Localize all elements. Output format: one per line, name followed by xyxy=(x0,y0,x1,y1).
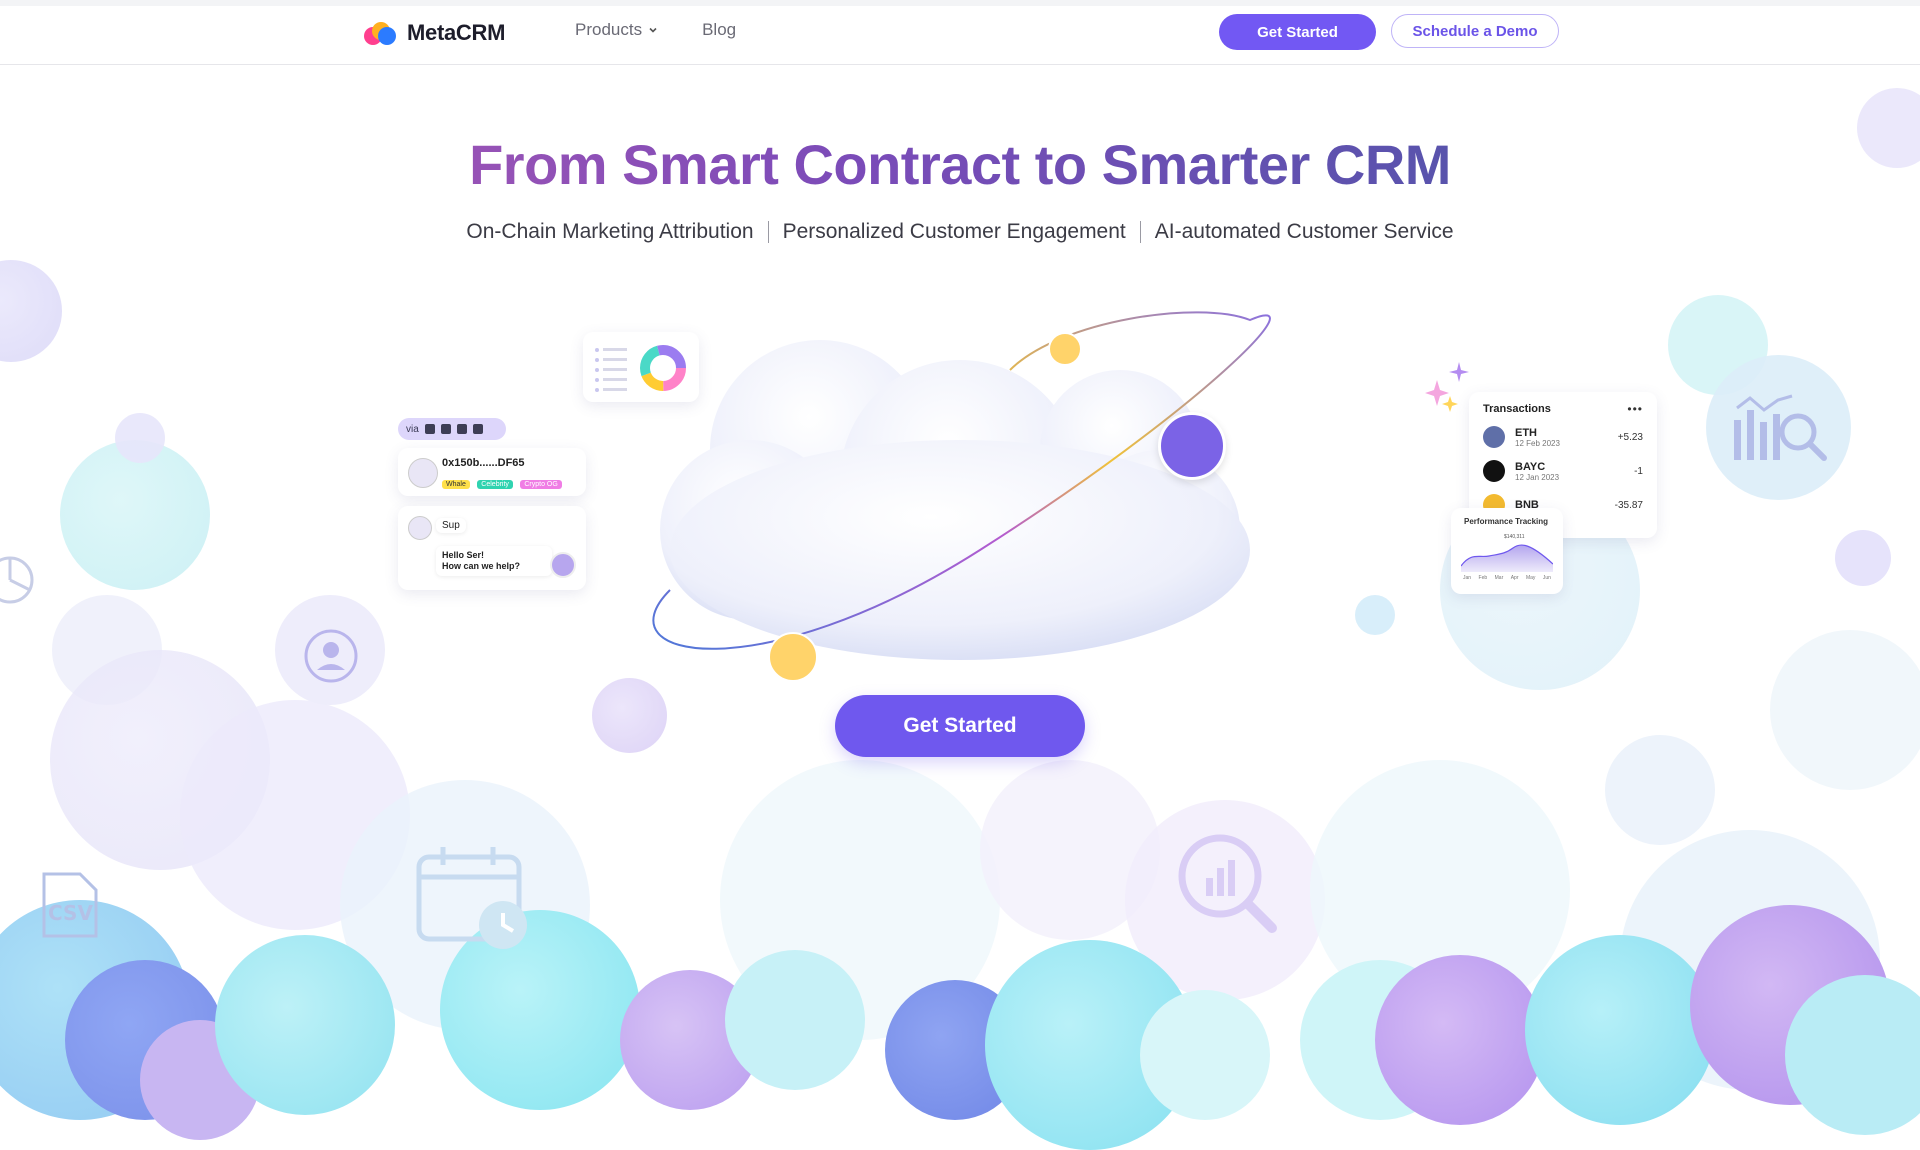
site-header: MetaCRM Products Blog Get Started Schedu… xyxy=(0,6,1920,65)
nav-products[interactable]: Products xyxy=(575,20,658,40)
divider xyxy=(1139,221,1141,243)
tx-amount: +5.23 xyxy=(1617,431,1643,443)
bubble xyxy=(115,413,165,463)
logo-icon xyxy=(361,20,399,46)
subtitle-item: On-Chain Marketing Attribution xyxy=(466,220,754,243)
bear-avatar-icon xyxy=(1048,332,1082,366)
donut-card xyxy=(583,332,699,402)
more-horizontal-icon[interactable]: ••• xyxy=(1627,402,1643,416)
calendar-clock-icon xyxy=(415,845,535,960)
subtitle-item: Personalized Customer Engagement xyxy=(782,220,1126,243)
twitter-icon xyxy=(440,424,451,434)
bubble xyxy=(1140,990,1270,1120)
transactions-header: Transactions ••• xyxy=(1469,392,1657,420)
tx-date: 12 Feb 2023 xyxy=(1515,438,1560,448)
divider xyxy=(767,221,769,243)
hero-get-started-button[interactable]: Get Started xyxy=(835,695,1085,757)
performance-chart xyxy=(1461,544,1553,572)
brand-logo[interactable]: MetaCRM xyxy=(361,20,505,46)
svg-text:CSV: CSV xyxy=(48,901,93,925)
bubble xyxy=(0,260,62,362)
sparkle-icon xyxy=(1425,360,1475,425)
llama-avatar-icon xyxy=(1158,412,1226,480)
telegram-icon xyxy=(424,424,435,434)
bubble xyxy=(1835,530,1891,586)
subtitle-item: AI-automated Customer Service xyxy=(1154,220,1454,243)
get-started-button[interactable]: Get Started xyxy=(1219,14,1376,50)
bubble xyxy=(1355,595,1395,635)
tag-list: Whale Celebrity Crypto OG xyxy=(442,473,565,491)
performance-card: Performance Tracking $140,311 Jan Feb Ma… xyxy=(1451,508,1563,594)
tx-name: BAYC xyxy=(1515,460,1546,473)
chevron-down-icon xyxy=(648,20,658,40)
bubble xyxy=(1605,735,1715,845)
web-icon xyxy=(472,424,483,434)
pie-chart-icon xyxy=(0,545,50,620)
main-nav: Products Blog xyxy=(575,20,736,40)
channel-pill: via xyxy=(398,418,506,440)
eth-icon xyxy=(1483,426,1505,448)
tx-amount: -1 xyxy=(1634,465,1643,477)
nav-blog-label: Blog xyxy=(702,20,737,39)
chat-reply: Hello Ser! How can we help? xyxy=(436,546,552,576)
bubble xyxy=(215,935,395,1115)
via-label: via xyxy=(406,423,419,435)
month-label: Apr xyxy=(1510,575,1519,581)
transaction-row: BAYC 12 Jan 2023 -1 xyxy=(1469,454,1657,488)
csv-icon: CSV xyxy=(40,870,102,945)
tx-date: 12 Jan 2023 xyxy=(1515,472,1560,482)
month-label: Feb xyxy=(1478,575,1488,581)
user-icon xyxy=(303,628,359,689)
bar-chart-search-icon xyxy=(1730,390,1830,475)
month-label: Mar xyxy=(1494,575,1504,581)
hero-subtitle: On-Chain Marketing Attribution Personali… xyxy=(0,220,1920,244)
discord-icon xyxy=(456,424,467,434)
bayc-icon xyxy=(1483,460,1505,482)
tx-amount: -35.87 xyxy=(1614,499,1643,511)
bubble xyxy=(1375,955,1545,1125)
performance-title: Performance Tracking xyxy=(1464,517,1549,526)
hero-title: From Smart Contract to Smarter CRM xyxy=(0,132,1920,197)
transaction-row: ETH 12 Feb 2023 +5.23 xyxy=(1469,420,1657,454)
avatar xyxy=(408,458,438,488)
month-axis: Jan Feb Mar Apr May Jun xyxy=(1463,575,1551,581)
schedule-demo-button[interactable]: Schedule a Demo xyxy=(1391,14,1559,48)
avatar xyxy=(408,516,432,540)
month-label: Jun xyxy=(1542,575,1551,581)
agent-avatar-icon xyxy=(550,552,576,578)
wallet-address: 0x150b......DF65 xyxy=(442,457,525,469)
month-label: May xyxy=(1525,575,1536,581)
nav-products-label: Products xyxy=(575,20,643,39)
chat-card: Sup Hello Ser! How can we help? xyxy=(398,506,586,590)
chat-reply-line: Hello Ser! xyxy=(442,550,485,560)
tag-celebrity: Celebrity xyxy=(477,480,513,489)
nav-blog[interactable]: Blog xyxy=(702,20,736,40)
transactions-title: Transactions xyxy=(1483,403,1551,415)
tx-name: ETH xyxy=(1515,426,1537,439)
chart-search-icon xyxy=(1172,828,1282,943)
chat-message: Sup xyxy=(436,518,466,533)
bubble xyxy=(1525,935,1715,1125)
chat-reply-line: How can we help? xyxy=(442,561,521,571)
wallet-profile-card: 0x150b......DF65 Whale Celebrity Crypto … xyxy=(398,448,586,496)
bubble xyxy=(1770,630,1920,790)
brand-name: MetaCRM xyxy=(407,20,506,45)
cloud-illustration xyxy=(640,300,1280,680)
raccoon-avatar-icon xyxy=(768,632,818,682)
tag-crypto-og: Crypto OG xyxy=(520,480,562,489)
bubble xyxy=(592,678,667,753)
bubble xyxy=(725,950,865,1090)
month-label: Jan xyxy=(1463,575,1472,581)
tag-whale: Whale xyxy=(442,480,470,489)
